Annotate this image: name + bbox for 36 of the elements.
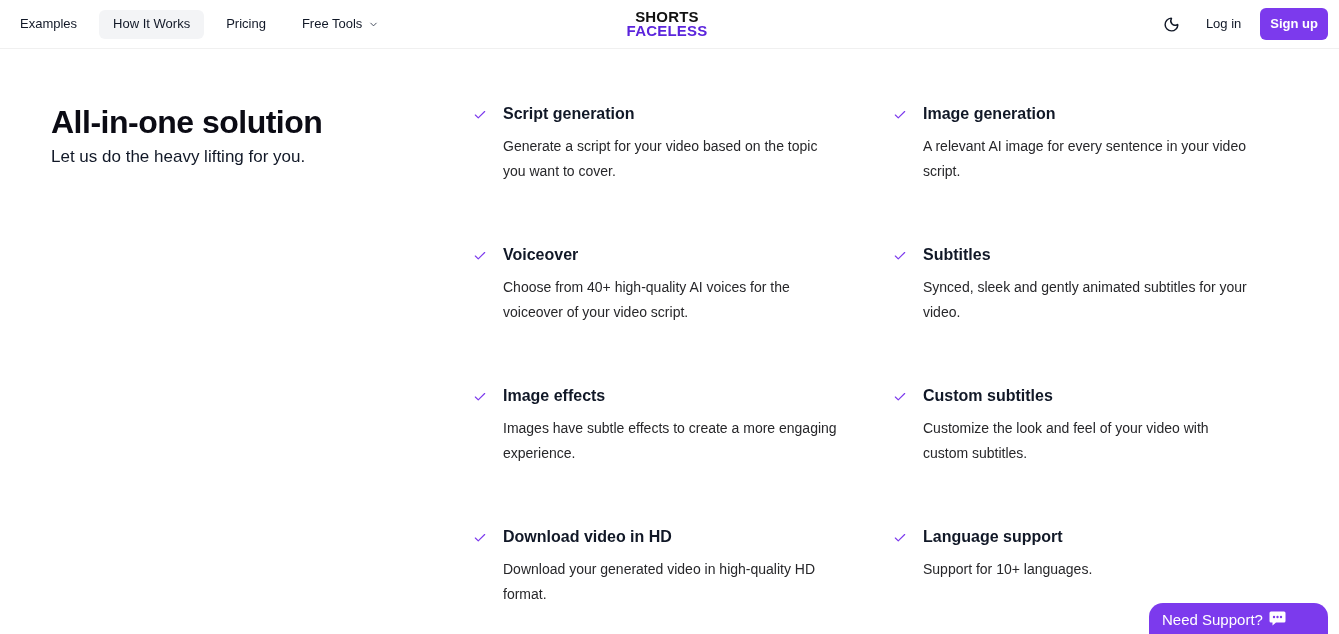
logo[interactable]: SHORTS FACELESS [626, 10, 708, 38]
feature-description: Support for 10+ languages. [923, 560, 1094, 579]
feature-description: Generate a script for your video based on the topic you want to cover. [503, 137, 819, 181]
nav-link[interactable]: Examples [6, 9, 92, 39]
nav-link[interactable]: Pricing [212, 9, 280, 39]
login-link[interactable]: Log in [1199, 8, 1248, 40]
feature-description: Customize the look and feel of your video with custom subtitles. [923, 419, 1210, 463]
feature-title: Script generation [503, 104, 636, 124]
feature-description: Images have subtle effects to create a more engaging experience. [503, 419, 838, 463]
feature-title: Download video in HD [503, 527, 673, 547]
feature-description: Choose from 40+ high-quality AI voices for the voiceover of your video script. [503, 278, 791, 322]
nav-link[interactable]: How It Works [99, 9, 205, 39]
section-subtitle: Let us do the heavy lifting for you. [51, 146, 307, 168]
check-icon [473, 249, 487, 263]
check-icon [473, 390, 487, 404]
feature-title: Custom subtitles [923, 386, 1054, 406]
check-icon [893, 390, 907, 404]
check-icon [893, 108, 907, 122]
feature-title: Voiceover [503, 245, 580, 265]
feature-description: A relevant AI image for every sentence in your video script. [923, 137, 1247, 181]
support-button[interactable]: Need Support? [1149, 603, 1328, 634]
feature-title: Subtitles [923, 245, 992, 265]
feature-title: Language support [923, 527, 1064, 547]
moon-icon [1163, 15, 1181, 33]
feature-title: Image effects [503, 386, 607, 406]
check-icon [473, 531, 487, 545]
chat-bubble-icon [1268, 611, 1286, 626]
feature-description: Download your generated video in high-quality HD format. [503, 560, 817, 604]
check-icon [893, 249, 907, 263]
feature-description: Synced, sleek and gently animated subtitles for your video. [923, 278, 1248, 322]
signup-button[interactable]: Sign up [1260, 8, 1328, 40]
nav-link[interactable]: Free Tools [287, 9, 394, 39]
check-icon [473, 108, 487, 122]
feature-title: Image generation [923, 104, 1057, 124]
section-heading: All-in-one solution [51, 103, 324, 142]
check-icon [893, 531, 907, 545]
